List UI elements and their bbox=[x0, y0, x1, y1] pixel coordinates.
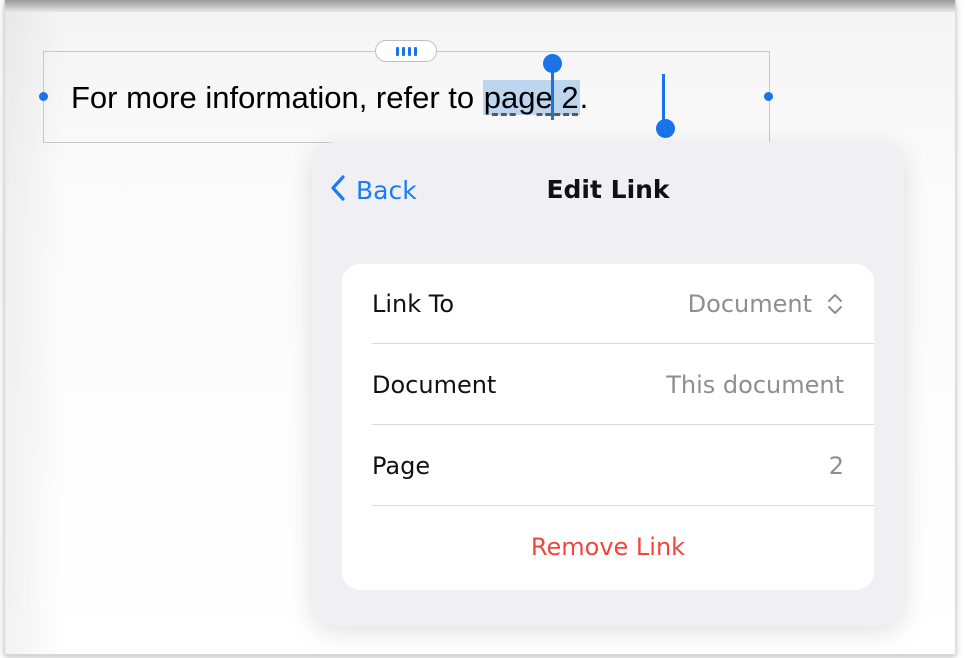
link-settings-card: Link To Document Document This document … bbox=[342, 264, 874, 590]
link-to-value: Document bbox=[687, 290, 812, 318]
sentence-prefix: For more information, refer to bbox=[71, 80, 483, 115]
selection-start-bar bbox=[551, 66, 554, 120]
page-label: Page bbox=[372, 452, 431, 480]
grip-handle-icon[interactable] bbox=[375, 40, 437, 62]
right-resize-handle[interactable] bbox=[764, 92, 773, 101]
selected-link-text[interactable]: page 2 bbox=[482, 80, 580, 115]
left-resize-handle[interactable] bbox=[39, 92, 48, 101]
document-value: This document bbox=[666, 371, 844, 399]
document-row[interactable]: Document This document bbox=[342, 345, 874, 425]
selection-end-knob[interactable] bbox=[656, 119, 675, 138]
text-box-content[interactable]: For more information, refer to page 2. bbox=[71, 76, 588, 120]
edit-link-popover: Back Edit Link Link To Document Document… bbox=[312, 142, 904, 626]
popover-title: Edit Link bbox=[546, 175, 670, 204]
row-divider bbox=[372, 424, 874, 425]
row-divider bbox=[372, 343, 874, 344]
row-divider bbox=[372, 505, 874, 506]
page-row[interactable]: Page 2 bbox=[342, 426, 874, 506]
remove-link-button[interactable]: Remove Link bbox=[342, 507, 874, 587]
link-to-row[interactable]: Link To Document bbox=[342, 264, 874, 344]
sentence-suffix: . bbox=[579, 80, 589, 115]
document-label: Document bbox=[372, 371, 497, 399]
link-to-label: Link To bbox=[372, 290, 455, 318]
page-value[interactable]: 2 bbox=[829, 426, 844, 506]
up-down-chevron-icon bbox=[824, 292, 846, 316]
